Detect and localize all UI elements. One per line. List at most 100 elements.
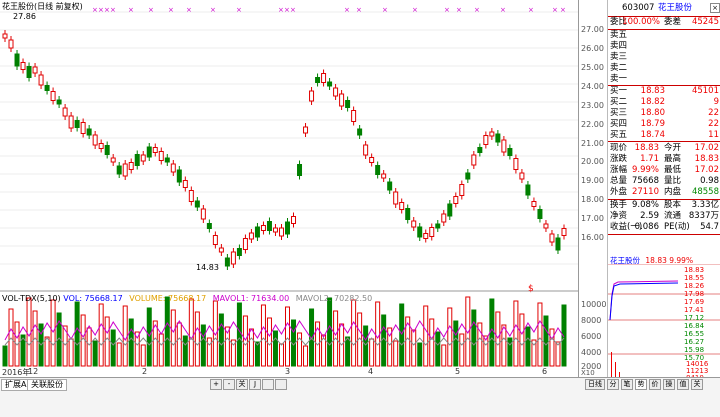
volume-bar — [104, 316, 110, 367]
volume-bar — [92, 340, 98, 367]
close-icon[interactable]: × — [710, 3, 720, 13]
mini-price-tick: 16.27 — [684, 338, 704, 346]
volume-bar — [218, 313, 224, 367]
volume-bar — [363, 325, 369, 367]
volume-bar — [260, 304, 266, 367]
volume-bar — [285, 306, 290, 367]
kline-chart-area[interactable]: × × × × × × × × × × × × × × × × × × × × × × × × 花王股份(日线 前复权) 27… — [0, 0, 578, 377]
close-button[interactable]: 关 — [236, 379, 248, 390]
volume-bar — [369, 338, 375, 367]
chart-title: 花王股份(日线 前复权) — [2, 2, 83, 11]
volume-tick: 4000 — [581, 348, 602, 357]
bid-row[interactable]: 买四 18.79 22 — [608, 119, 720, 130]
tool-button[interactable] — [275, 379, 287, 390]
zoom-out-button[interactable]: - — [223, 379, 235, 390]
tick-button[interactable]: 笔 — [621, 379, 633, 390]
candle-body — [285, 221, 290, 235]
vol-indicator-name: VOL-TDX(5,10) — [2, 294, 61, 303]
volume-bar — [200, 324, 206, 367]
candle-body — [98, 143, 104, 149]
candle-body — [471, 154, 477, 166]
candle-body — [459, 184, 465, 196]
candle-body — [200, 208, 206, 220]
volume-bar — [266, 317, 272, 367]
operate-button[interactable]: 操 — [663, 379, 675, 390]
candle-body — [248, 232, 254, 240]
candle-body — [543, 223, 549, 229]
ask-row[interactable]: 卖二 — [608, 63, 720, 74]
mini-price-tick: 16.84 — [684, 322, 705, 330]
volume-bar — [194, 311, 200, 367]
volume-tick: 10000 — [581, 300, 607, 309]
price-button[interactable]: 价 — [649, 379, 661, 390]
candle-body — [429, 227, 435, 237]
candle-body — [212, 235, 218, 245]
price-tick: 20.00 — [581, 157, 604, 166]
candle-body — [483, 135, 489, 145]
volume-bar — [423, 305, 429, 367]
ask-row[interactable]: 卖三 — [608, 52, 720, 63]
candle-body — [417, 226, 423, 238]
bid-row[interactable]: 买三 18.80 22 — [608, 108, 720, 119]
candle-body — [549, 233, 555, 243]
volume-bar — [537, 302, 543, 367]
candle-body — [561, 228, 567, 236]
stat-row: 涨幅 9.99% 最低 17.02 — [610, 165, 719, 175]
ask-row[interactable]: 卖五 — [608, 30, 720, 41]
candle-body — [158, 151, 164, 161]
volume-bar — [507, 337, 513, 367]
date-axis: 2016年 12 2 3 4 5 6 — [2, 367, 562, 377]
candle-body — [339, 93, 345, 107]
candle-body — [104, 145, 110, 155]
daily-button[interactable]: 日线 — [585, 379, 605, 390]
trend-button[interactable]: 势 — [635, 379, 647, 390]
zoom-in-button[interactable]: + — [210, 379, 222, 390]
close-panel-button[interactable]: 关 — [691, 379, 703, 390]
value-button[interactable]: 值 — [677, 379, 689, 390]
mini-price-tick: 17.12 — [684, 314, 704, 322]
volume-bar — [447, 307, 453, 367]
volume-bar — [375, 301, 381, 367]
candle-body — [2, 33, 8, 39]
candle-body — [555, 237, 561, 251]
tool-button[interactable] — [262, 379, 274, 390]
price-tick: 19.00 — [581, 176, 604, 185]
bid-row[interactable]: 买二 18.82 9 — [608, 97, 720, 108]
candle-body — [140, 154, 146, 162]
volume-bar — [74, 301, 80, 367]
stock-code: 603007 — [622, 3, 655, 13]
ask-row[interactable]: 卖一 — [608, 74, 720, 85]
volume-bar — [140, 344, 146, 367]
intraday-mini-chart[interactable]: 花王股份 18.83 9.99% 18.83 18.55 18.26 17.98 17.… — [607, 250, 720, 398]
volume-bar — [182, 335, 188, 367]
quote-panel: 603007 花王股份 × 委比 100.00% 委差 45245 卖五 卖四 … — [607, 0, 720, 260]
candle-body — [519, 172, 525, 180]
tab-related-stocks[interactable]: 关联股份 — [27, 379, 67, 391]
volume-tick: 6000 — [581, 332, 602, 341]
candlestick-chart[interactable]: × × × × × × × × × × × × × × × × × × × × × × × × — [0, 0, 578, 377]
stat-row: 现价 18.83 今开 17.02 — [610, 143, 719, 153]
candle-body — [32, 66, 38, 74]
candle-body — [266, 221, 272, 231]
price-tick: 18.00 — [581, 195, 604, 204]
candle-body — [116, 165, 122, 175]
volume-bar — [411, 329, 417, 367]
price-tick: 27.00 — [581, 25, 604, 34]
intraday-avg-line — [609, 282, 679, 321]
date-axis-label: 4 — [368, 367, 374, 376]
tool-button[interactable]: J — [249, 379, 261, 390]
volume-value: VOLUME: 75668.17 — [129, 294, 207, 303]
bid-row[interactable]: 买一 18.83 45101 — [608, 86, 720, 97]
candle-body — [303, 126, 309, 134]
candle-body — [537, 209, 543, 219]
bid-row[interactable]: 买五 18.74 11 — [608, 130, 720, 141]
price-tick: 23.00 — [581, 101, 604, 110]
minute-button[interactable]: 分 — [607, 379, 619, 390]
candle-body — [405, 208, 411, 220]
candle-body — [146, 146, 152, 158]
volume-bar — [116, 342, 122, 367]
stat-row: 总量 75668 量比 0.98 — [610, 176, 719, 186]
volume-bar — [495, 311, 501, 367]
ask-row[interactable]: 卖四 — [608, 41, 720, 52]
candle-body — [309, 90, 315, 102]
